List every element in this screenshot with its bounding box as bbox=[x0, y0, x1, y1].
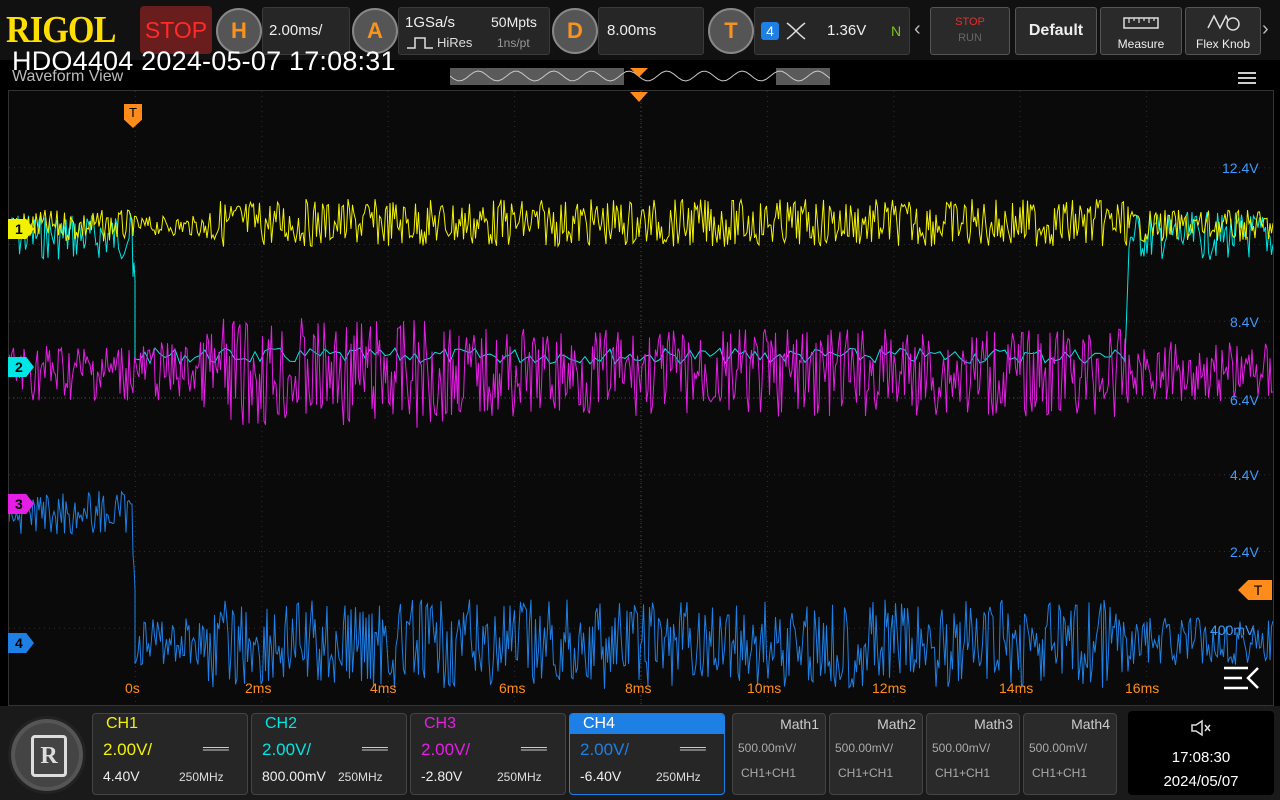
ch3-bandwidth: 250MHz bbox=[497, 770, 542, 784]
measure-label: Measure bbox=[1117, 37, 1165, 51]
ch3-settings[interactable]: CH3 2.00V/ ═══ -2.80V 250MHz bbox=[410, 713, 566, 795]
flex-knob-button[interactable]: Flex Knob bbox=[1185, 7, 1261, 55]
sample-rate: 1GSa/s bbox=[405, 14, 456, 31]
math4-name: Math4 bbox=[1071, 716, 1110, 732]
math1-expr: CH1+CH1 bbox=[741, 766, 797, 780]
math1-settings[interactable]: Math1 500.00mV/ CH1+CH1 bbox=[732, 713, 826, 795]
screenshot-timestamp: 2024-05-07 17:08:31 bbox=[141, 46, 396, 76]
acquire-mode: HiRes bbox=[437, 35, 473, 50]
waveform-canvas bbox=[9, 91, 1273, 705]
delay-panel[interactable]: 8.00ms bbox=[598, 7, 704, 55]
ch3-name: CH3 bbox=[424, 715, 457, 732]
ch1-name: CH1 bbox=[106, 715, 139, 732]
default-label: Default bbox=[1028, 22, 1084, 39]
ch2-settings[interactable]: CH2 2.00V/ ═══ 800.00mV 250MHz bbox=[251, 713, 407, 795]
trigger-panel[interactable]: 4 1.36V N bbox=[754, 7, 910, 55]
status-clock-panel[interactable]: 17:08:30 2024/05/07 bbox=[1128, 711, 1274, 795]
chevron-right-icon[interactable]: › bbox=[1262, 18, 1269, 41]
volt-label: 400mV bbox=[1210, 622, 1255, 638]
measure-button[interactable]: Measure bbox=[1100, 7, 1182, 55]
time-label: 10ms bbox=[747, 680, 782, 696]
default-button[interactable]: Default bbox=[1015, 7, 1097, 55]
math3-expr: CH1+CH1 bbox=[935, 766, 991, 780]
math3-settings[interactable]: Math3 500.00mV/ CH1+CH1 bbox=[926, 713, 1020, 795]
time-label: 14ms bbox=[999, 680, 1034, 696]
dc-coupling-icon: ═══ bbox=[521, 740, 547, 756]
home-logo-button[interactable]: R bbox=[8, 716, 86, 794]
flex-knob-icon bbox=[1207, 14, 1240, 31]
ch4-settings[interactable]: CH4 2.00V/ ═══ -6.40V 250MHz bbox=[569, 713, 725, 795]
math3-scale: 500.00mV/ bbox=[932, 741, 991, 755]
clock-date: 2024/05/07 bbox=[1163, 773, 1239, 790]
rigol-r-icon: R bbox=[31, 735, 67, 777]
math2-settings[interactable]: Math2 500.00mV/ CH1+CH1 bbox=[829, 713, 923, 795]
trigger-button[interactable]: T bbox=[708, 8, 754, 54]
delay-button[interactable]: D bbox=[552, 8, 598, 54]
trigger-edge-icon bbox=[786, 22, 806, 40]
timebase-value: 2.00ms/ bbox=[269, 22, 323, 39]
time-label: 12ms bbox=[872, 680, 907, 696]
time-label: 2ms bbox=[245, 680, 272, 696]
time-label: 0s bbox=[125, 680, 140, 696]
ch2-scale: 2.00V/ bbox=[262, 740, 312, 759]
math3-name: Math3 bbox=[974, 716, 1013, 732]
ch1-offset: 4.40V bbox=[103, 768, 140, 784]
dc-coupling-icon: ═══ bbox=[203, 740, 229, 756]
memory-depth: 50Mpts bbox=[491, 14, 537, 30]
ch4-bandwidth: 250MHz bbox=[656, 770, 701, 784]
run-label: RUN bbox=[958, 32, 982, 44]
math4-scale: 500.00mV/ bbox=[1029, 741, 1088, 755]
time-label: 8ms bbox=[625, 680, 652, 696]
memory-overview-bar[interactable] bbox=[450, 68, 830, 85]
dc-coupling-icon: ═══ bbox=[680, 740, 706, 756]
ch4-name: CH4 bbox=[583, 715, 616, 732]
volt-label: 2.4V bbox=[1230, 544, 1259, 560]
ch1-settings[interactable]: CH1 2.00V/ ═══ 4.40V 250MHz bbox=[92, 713, 248, 795]
flex-knob-label: Flex Knob bbox=[1195, 37, 1251, 51]
time-label: 6ms bbox=[499, 680, 526, 696]
volt-label: 8.4V bbox=[1230, 314, 1259, 330]
waveform-grid[interactable] bbox=[8, 90, 1274, 706]
volt-label: 12.4V bbox=[1222, 160, 1259, 176]
ruler-icon bbox=[1123, 17, 1159, 29]
math2-name: Math2 bbox=[877, 716, 916, 732]
ch1-scale: 2.00V/ bbox=[103, 740, 153, 759]
dc-coupling-icon: ═══ bbox=[362, 740, 388, 756]
ch3-offset: -2.80V bbox=[421, 768, 463, 784]
ch2-bandwidth: 250MHz bbox=[338, 770, 383, 784]
math1-name: Math1 bbox=[780, 716, 819, 732]
speaker-muted-icon[interactable] bbox=[1190, 719, 1212, 737]
clock-time: 17:08:30 bbox=[1171, 749, 1231, 766]
math2-expr: CH1+CH1 bbox=[838, 766, 894, 780]
hires-pulse-icon bbox=[407, 37, 433, 49]
ch4-offset: -6.40V bbox=[580, 768, 622, 784]
acquire-panel[interactable]: 1GSa/s 50Mpts HiRes 1ns/pt bbox=[398, 7, 550, 55]
menu-icon[interactable] bbox=[1238, 70, 1256, 87]
ch2-offset: 800.00mV bbox=[262, 768, 326, 784]
collapse-menu-icon[interactable] bbox=[1222, 664, 1260, 692]
delay-value: 8.00ms bbox=[607, 22, 657, 39]
math1-scale: 500.00mV/ bbox=[738, 741, 797, 755]
volt-label: 4.4V bbox=[1230, 467, 1259, 483]
stop-run-button[interactable]: STOP RUN bbox=[930, 7, 1010, 55]
ch3-scale: 2.00V/ bbox=[421, 740, 471, 759]
ch4-scale: 2.00V/ bbox=[580, 740, 630, 759]
time-label: 4ms bbox=[370, 680, 397, 696]
math4-settings[interactable]: Math4 500.00mV/ CH1+CH1 bbox=[1023, 713, 1117, 795]
ch1-bandwidth: 250MHz bbox=[179, 770, 224, 784]
time-label: 16ms bbox=[1125, 680, 1160, 696]
trigger-level: 1.36V bbox=[827, 22, 867, 39]
ch2-name: CH2 bbox=[265, 715, 298, 732]
volt-label: 6.4V bbox=[1230, 392, 1259, 408]
time-resolution: 1ns/pt bbox=[497, 36, 530, 50]
overview-trigger-marker bbox=[630, 68, 648, 77]
math2-scale: 500.00mV/ bbox=[835, 741, 894, 755]
delay-center-marker bbox=[630, 92, 648, 102]
stop-label: STOP bbox=[955, 16, 985, 28]
math4-expr: CH1+CH1 bbox=[1032, 766, 1088, 780]
trigger-source-badge: 4 bbox=[761, 22, 779, 40]
waveform-view-title: Waveform View bbox=[12, 68, 124, 85]
trigger-mode: N bbox=[891, 23, 902, 39]
chevron-left-icon[interactable]: ‹ bbox=[914, 18, 921, 41]
